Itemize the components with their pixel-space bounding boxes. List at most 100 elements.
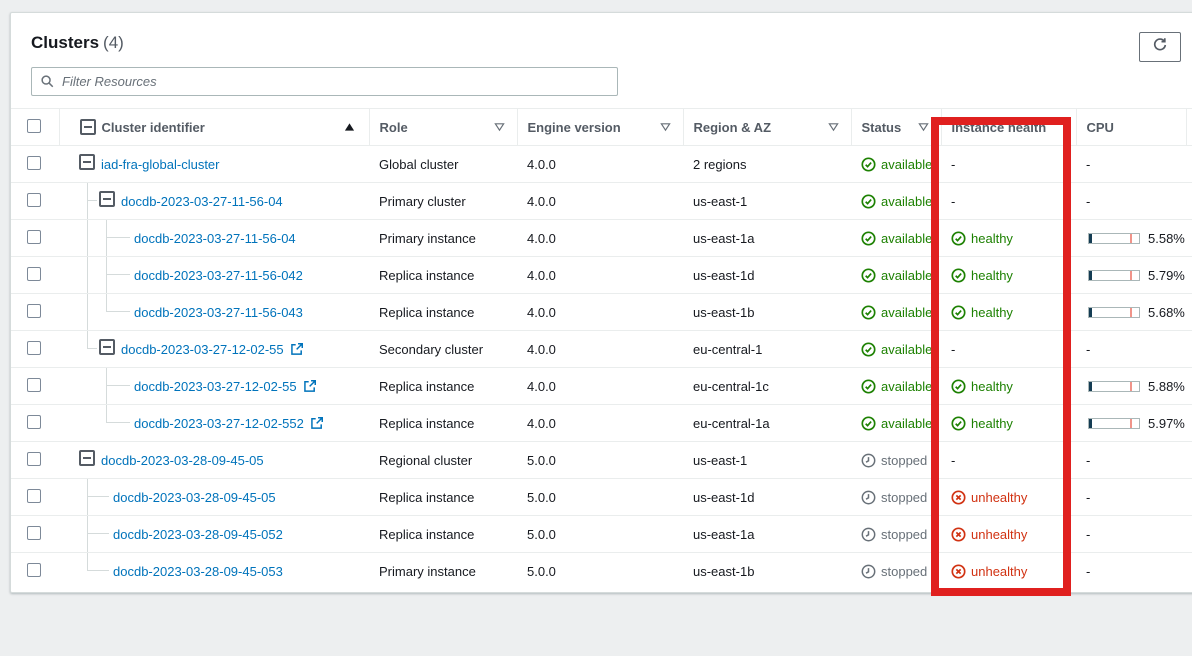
sort-icon[interactable] — [494, 120, 505, 135]
row-checkbox[interactable] — [27, 267, 41, 281]
cluster-identifier-link[interactable]: iad-fra-global-cluster — [101, 157, 220, 172]
tree-cell: docdb-2023-03-28-09-45-053 — [59, 553, 369, 589]
column-header-cluster-identifier[interactable]: Cluster identifier — [102, 120, 205, 135]
tree-connector-vertical — [106, 405, 107, 423]
table-row: docdb-2023-03-28-09-45-05Regional cluste… — [11, 442, 1192, 479]
clock-icon — [861, 490, 876, 505]
column-header-engine-version[interactable]: Engine version — [528, 120, 621, 135]
collapse-row-toggle[interactable] — [79, 450, 95, 466]
refresh-button[interactable] — [1139, 32, 1181, 62]
search-icon — [40, 74, 55, 94]
identifier-wrap: docdb-2023-03-28-09-45-052 — [113, 516, 283, 552]
row-checkbox[interactable] — [27, 452, 41, 466]
tree-cell: docdb-2023-03-27-12-02-55 — [59, 368, 369, 404]
sort-icon[interactable] — [828, 120, 839, 135]
filter-container — [31, 67, 618, 96]
cluster-identifier-link[interactable]: docdb-2023-03-27-11-56-042 — [134, 268, 303, 283]
region-value: us-east-1b — [693, 305, 754, 320]
overflow-cell — [1186, 220, 1192, 257]
row-checkbox[interactable] — [27, 156, 41, 170]
instance-health-badge: unhealthy — [941, 527, 1076, 542]
region-value: us-east-1d — [693, 268, 754, 283]
column-header-status[interactable]: Status — [862, 120, 902, 135]
row-checkbox[interactable] — [27, 526, 41, 540]
region-value: us-east-1 — [693, 453, 747, 468]
collapse-all-toggle[interactable] — [80, 119, 96, 135]
collapse-row-toggle[interactable] — [99, 339, 115, 355]
instance-health-empty: - — [941, 183, 1076, 220]
engine-value: 4.0.0 — [527, 342, 556, 357]
external-link-icon — [303, 379, 317, 393]
cpu-meter: 5.58% — [1076, 231, 1186, 246]
clusters-panel: Clusters(4) — [10, 12, 1192, 593]
cpu-bar-fill — [1089, 308, 1092, 317]
sort-icon[interactable] — [660, 120, 671, 135]
row-checkbox[interactable] — [27, 341, 41, 355]
identifier-wrap: docdb-2023-03-27-11-56-04 — [121, 183, 283, 219]
cpu-threshold-tick — [1130, 271, 1132, 280]
external-link-icon — [310, 416, 324, 430]
collapse-row-toggle[interactable] — [79, 154, 95, 170]
tree-connector-vertical — [87, 553, 88, 571]
status-text: available — [881, 194, 932, 209]
panel-header: Clusters(4) — [11, 13, 1192, 65]
table-row: docdb-2023-03-27-11-56-043 Replica instan… — [11, 294, 1192, 331]
tree-connector-vertical — [87, 479, 88, 515]
cluster-identifier-link[interactable]: docdb-2023-03-27-11-56-043 — [134, 305, 303, 320]
cluster-identifier-link[interactable]: docdb-2023-03-28-09-45-052 — [113, 527, 283, 542]
role-value: Primary instance — [379, 564, 476, 579]
identifier-wrap: docdb-2023-03-27-12-02-552 — [134, 405, 324, 441]
overflow-cell — [1186, 405, 1192, 442]
cpu-bar-fill — [1089, 234, 1092, 243]
row-checkbox[interactable] — [27, 563, 41, 577]
row-checkbox[interactable] — [27, 489, 41, 503]
instance-health-empty: - — [941, 442, 1076, 479]
status-text: available — [881, 305, 932, 320]
instance-health-badge: healthy — [941, 305, 1076, 320]
select-all-checkbox[interactable] — [27, 119, 41, 133]
cluster-identifier-link[interactable]: docdb-2023-03-28-09-45-05 — [113, 490, 276, 505]
cluster-identifier-link[interactable]: docdb-2023-03-27-12-02-55 — [134, 379, 297, 394]
sort-icon[interactable] — [918, 120, 929, 135]
row-checkbox[interactable] — [27, 415, 41, 429]
column-header-role[interactable]: Role — [380, 120, 408, 135]
cluster-identifier-link[interactable]: docdb-2023-03-28-09-45-05 — [101, 453, 264, 468]
status-text: available — [881, 231, 932, 246]
cpu-bar — [1088, 307, 1140, 318]
overflow-cell — [1186, 516, 1192, 553]
cpu-bar-fill — [1089, 271, 1092, 280]
status-badge: stopped — [851, 527, 941, 542]
engine-value: 4.0.0 — [527, 305, 556, 320]
overflow-cell — [1186, 553, 1192, 590]
status-badge: stopped — [851, 564, 941, 579]
role-value: Replica instance — [379, 490, 474, 505]
tree-cell: docdb-2023-03-28-09-45-052 — [59, 516, 369, 552]
cluster-identifier-link[interactable]: docdb-2023-03-27-12-02-552 — [134, 416, 304, 431]
role-value: Replica instance — [379, 527, 474, 542]
filter-input[interactable] — [31, 67, 618, 96]
cluster-identifier-link[interactable]: docdb-2023-03-27-11-56-04 — [134, 231, 296, 246]
instance-health-empty: - — [941, 146, 1076, 183]
cpu-bar — [1088, 381, 1140, 392]
cpu-empty: - — [1076, 553, 1186, 590]
column-header-region-az[interactable]: Region & AZ — [694, 120, 772, 135]
row-checkbox[interactable] — [27, 193, 41, 207]
overflow-cell — [1186, 479, 1192, 516]
row-checkbox[interactable] — [27, 304, 41, 318]
collapse-row-toggle[interactable] — [99, 191, 115, 207]
row-checkbox[interactable] — [27, 230, 41, 244]
sort-ascending-icon[interactable] — [344, 120, 355, 135]
status-text: available — [881, 268, 932, 283]
table-row: docdb-2023-03-27-12-02-55Replica instanc… — [11, 368, 1192, 405]
engine-value: 5.0.0 — [527, 527, 556, 542]
instance-health-text: healthy — [971, 305, 1013, 320]
table-row: docdb-2023-03-28-09-45-052 Replica instan… — [11, 516, 1192, 553]
cluster-identifier-link[interactable]: docdb-2023-03-27-11-56-04 — [121, 194, 283, 209]
cluster-identifier-link[interactable]: docdb-2023-03-27-12-02-55 — [121, 342, 284, 357]
tree-cell: docdb-2023-03-28-09-45-05 — [59, 479, 369, 515]
role-value: Replica instance — [379, 305, 474, 320]
cluster-identifier-link[interactable]: docdb-2023-03-28-09-45-053 — [113, 564, 283, 579]
row-checkbox[interactable] — [27, 378, 41, 392]
instance-health-text: healthy — [971, 268, 1013, 283]
identifier-wrap: docdb-2023-03-28-09-45-053 — [113, 553, 283, 589]
